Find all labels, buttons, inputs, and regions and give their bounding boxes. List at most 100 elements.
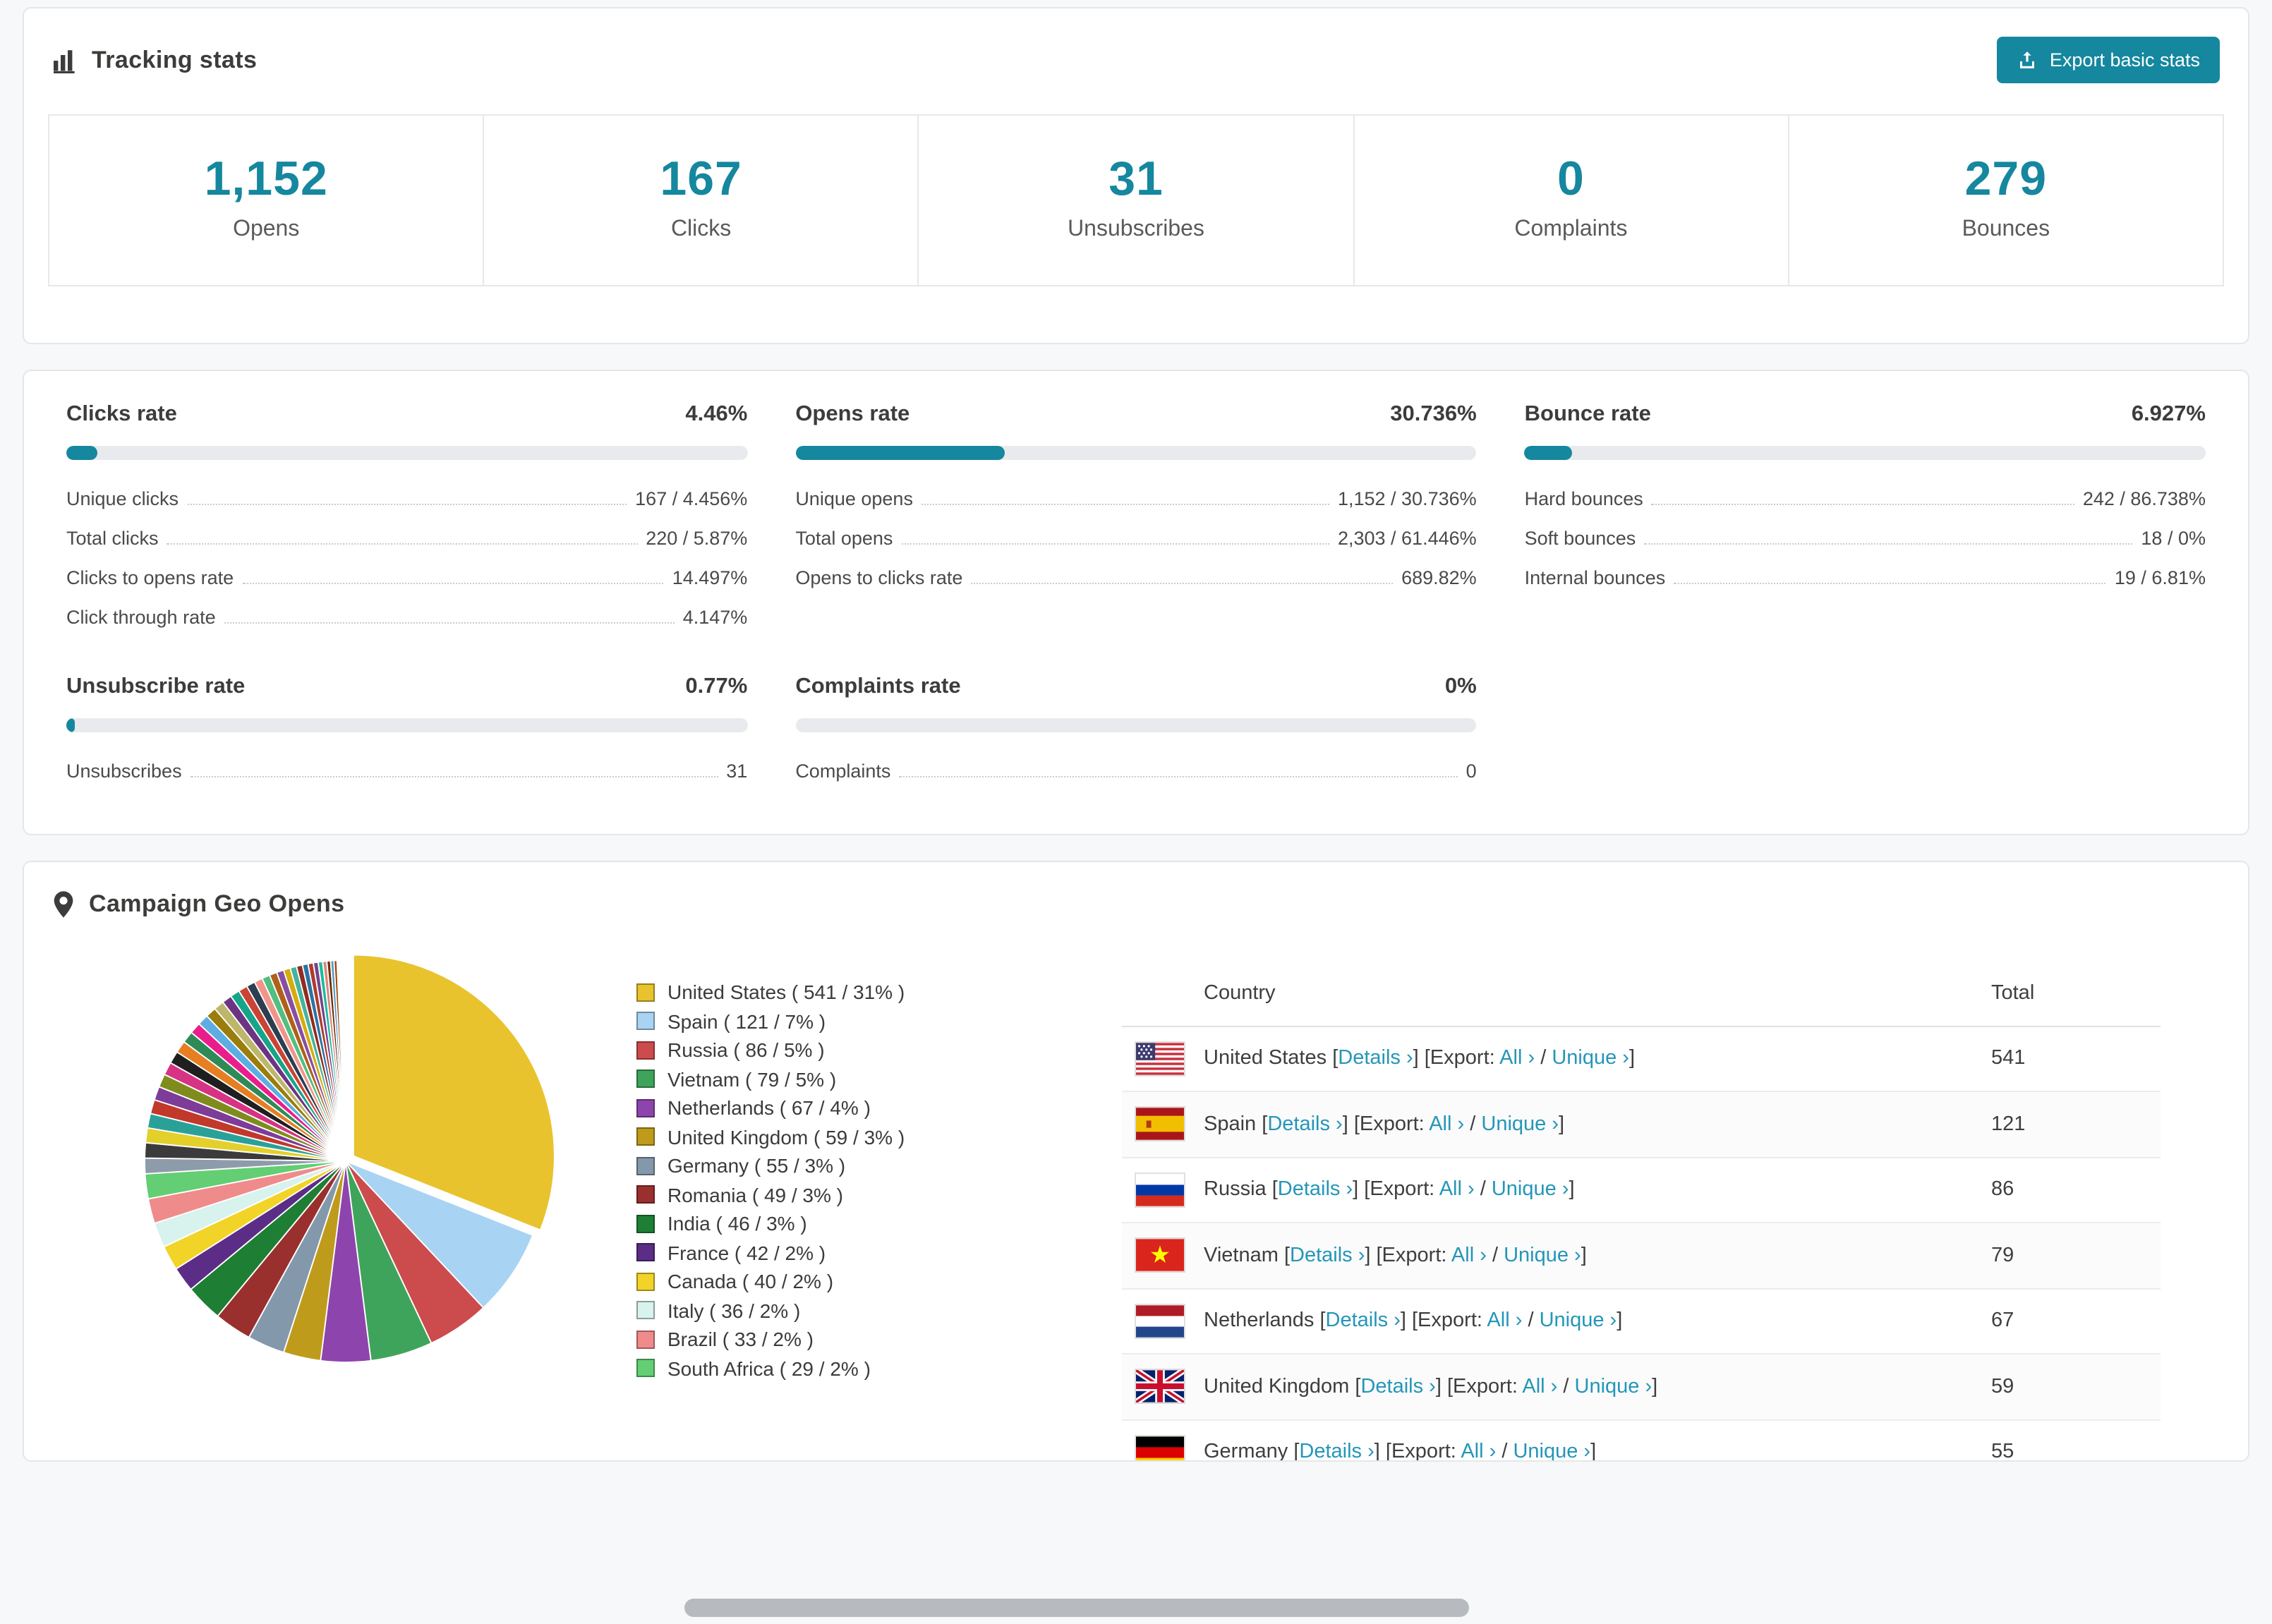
flag-united-kingdom-icon xyxy=(1136,1370,1184,1403)
export-unique-link[interactable]: Unique › xyxy=(1575,1376,1652,1398)
details-link[interactable]: Details › xyxy=(1278,1179,1353,1201)
rate-title: Bounce rate xyxy=(1524,402,1651,426)
clicks-rate-section: Clicks rate 4.46% Unique clicks 167 / 4.4… xyxy=(66,402,748,638)
export-basic-stats-button[interactable]: Export basic stats xyxy=(1997,37,2220,83)
country-total: 121 xyxy=(1991,1113,2026,1136)
legend-swatch xyxy=(636,1127,655,1146)
export-button-label: Export basic stats xyxy=(2049,49,2200,71)
country-name: Spain xyxy=(1204,1113,1257,1136)
country-name: Netherlands xyxy=(1204,1309,1315,1333)
export-all-link[interactable]: All › xyxy=(1451,1244,1487,1267)
stat-opens: 1,152 Opens xyxy=(49,116,483,285)
country-name: Vietnam xyxy=(1204,1244,1279,1267)
export-unique-link[interactable]: Unique › xyxy=(1540,1310,1617,1333)
legend-item: India ( 46 / 3% ) xyxy=(636,1209,1122,1238)
export-all-link[interactable]: All › xyxy=(1487,1310,1522,1333)
legend-swatch xyxy=(636,1359,655,1378)
country-total: 79 xyxy=(1991,1244,2014,1267)
table-header-row: Country Total xyxy=(1122,961,2161,1026)
unsubscribe-rate-section: Unsubscribe rate 0.77% Unsubscribes 31 xyxy=(66,674,748,792)
stat-row: Clicks to opens rate 14.497% xyxy=(66,567,748,588)
stat-value: 279 xyxy=(1964,152,2048,206)
stat-row: Unique clicks 167 / 4.456% xyxy=(66,488,748,509)
legend-swatch xyxy=(636,1012,655,1031)
flag-spain-icon xyxy=(1136,1108,1184,1141)
bar-chart-icon xyxy=(52,47,78,73)
table-row: Germany [Details ›] [Export: All › / Uni… xyxy=(1122,1420,2161,1462)
legend-item: Spain ( 121 / 7% ) xyxy=(636,1007,1122,1036)
export-icon xyxy=(2017,49,2038,71)
stat-value: 167 xyxy=(660,152,742,206)
legend-item: United Kingdom ( 59 / 3% ) xyxy=(636,1122,1122,1151)
stat-label: Opens xyxy=(233,217,300,241)
stat-row: Opens to clicks rate 689.82% xyxy=(795,567,1477,588)
legend-swatch xyxy=(636,1185,655,1204)
stats-summary-row: 1,152 Opens 167 Clicks 31 Unsubscribes 0… xyxy=(48,114,2224,286)
details-link[interactable]: Details › xyxy=(1338,1048,1413,1070)
rate-title: Complaints rate xyxy=(795,674,961,698)
campaign-geo-opens-card: Campaign Geo Opens United States ( 541 /… xyxy=(23,861,2249,1462)
export-unique-link[interactable]: Unique › xyxy=(1552,1048,1629,1070)
table-row: Spain [Details ›] [Export: All › / Uniqu… xyxy=(1122,1092,2161,1158)
country-total: 59 xyxy=(1991,1375,2014,1398)
opens-rate-progress-bar xyxy=(795,446,1477,460)
export-all-link[interactable]: All › xyxy=(1429,1113,1464,1136)
details-link[interactable]: Details › xyxy=(1326,1310,1401,1333)
stat-bounces: 279 Bounces xyxy=(1787,116,2223,285)
table-row: United Kingdom [Details ›] [Export: All … xyxy=(1122,1355,2161,1420)
export-all-link[interactable]: All › xyxy=(1439,1179,1475,1201)
stat-row: Click through rate 4.147% xyxy=(66,607,748,628)
export-unique-link[interactable]: Unique › xyxy=(1504,1244,1581,1267)
table-row: Netherlands [Details ›] [Export: All › /… xyxy=(1122,1289,2161,1355)
export-all-link[interactable]: All › xyxy=(1522,1376,1557,1398)
stat-row: Complaints 0 xyxy=(795,761,1477,782)
legend-swatch xyxy=(636,1214,655,1233)
export-unique-link[interactable]: Unique › xyxy=(1513,1441,1590,1461)
export-all-link[interactable]: All › xyxy=(1461,1441,1496,1461)
flag-russia-icon xyxy=(1136,1173,1184,1206)
stat-row: Internal bounces 19 / 6.81% xyxy=(1524,567,2206,588)
legend-item: Brazil ( 33 / 2% ) xyxy=(636,1325,1122,1354)
legend-swatch xyxy=(636,1330,655,1349)
legend-swatch xyxy=(636,1272,655,1291)
rates-card: Clicks rate 4.46% Unique clicks 167 / 4.4… xyxy=(23,370,2249,835)
rate-value: 0.77% xyxy=(685,674,748,698)
details-link[interactable]: Details › xyxy=(1299,1441,1374,1461)
export-unique-link[interactable]: Unique › xyxy=(1481,1113,1559,1136)
rate-value: 0% xyxy=(1444,674,1477,698)
legend-item: Canada ( 40 / 2% ) xyxy=(636,1267,1122,1296)
stat-row: Soft bounces 18 / 0% xyxy=(1524,528,2206,549)
details-link[interactable]: Details › xyxy=(1267,1113,1342,1136)
complaints-rate-section: Complaints rate 0% Complaints 0 xyxy=(795,674,1477,792)
stat-row: Hard bounces 242 / 86.738% xyxy=(1524,488,2206,509)
country-name: Germany xyxy=(1204,1441,1288,1462)
geo-pie-chart[interactable] xyxy=(47,927,625,1460)
legend-swatch xyxy=(636,1069,655,1089)
legend-item: Russia ( 86 / 5% ) xyxy=(636,1036,1122,1065)
geo-opens-table: Country Total United States [Details ›] … xyxy=(1122,961,2161,1462)
bounce-rate-progress-bar xyxy=(1524,446,2206,460)
geo-title: Campaign Geo Opens xyxy=(89,890,345,917)
export-all-link[interactable]: All › xyxy=(1499,1048,1535,1070)
export-unique-link[interactable]: Unique › xyxy=(1492,1179,1569,1201)
rate-title: Opens rate xyxy=(795,402,910,426)
horizontal-scrollbar-thumb[interactable] xyxy=(684,1599,1469,1617)
stat-row: Total opens 2,303 / 61.446% xyxy=(795,528,1477,549)
opens-rate-section: Opens rate 30.736% Unique opens 1,152 / 3… xyxy=(795,402,1477,638)
total-column-header: Total xyxy=(1991,981,2035,1005)
rate-value: 30.736% xyxy=(1390,402,1477,426)
details-link[interactable]: Details › xyxy=(1360,1376,1435,1398)
table-row: United States [Details ›] [Export: All ›… xyxy=(1122,1026,2161,1092)
stat-value: 0 xyxy=(1557,152,1585,206)
table-row: Vietnam [Details ›] [Export: All › / Uni… xyxy=(1122,1223,2161,1289)
stat-label: Bounces xyxy=(1962,217,2050,241)
stat-label: Complaints xyxy=(1514,217,1628,241)
stat-label: Clicks xyxy=(670,217,732,241)
country-name: United Kingdom xyxy=(1204,1375,1350,1398)
legend-item: Germany ( 55 / 3% ) xyxy=(636,1151,1122,1180)
country-column-header: Country xyxy=(1204,981,1276,1005)
flag-germany-icon xyxy=(1136,1436,1184,1460)
stat-row: Unsubscribes 31 xyxy=(66,761,748,782)
map-pin-icon xyxy=(52,890,75,919)
details-link[interactable]: Details › xyxy=(1290,1244,1365,1267)
